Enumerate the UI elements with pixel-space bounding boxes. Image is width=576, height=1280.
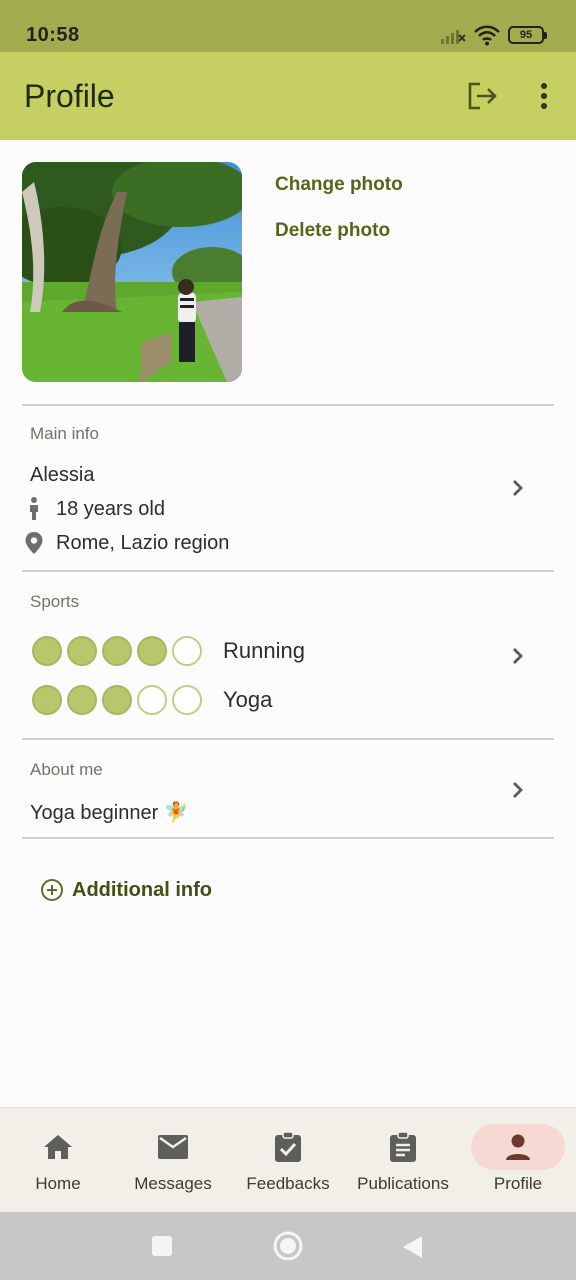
sport-name: Running [223, 638, 305, 663]
nav-item-publications[interactable]: Publications [345, 1124, 461, 1196]
square-icon [152, 1236, 172, 1256]
battery-icon: 95 [508, 26, 547, 44]
nav-label: Feedbacks [246, 1174, 330, 1193]
status-time: 10:58 [26, 24, 80, 46]
sport-name: Yoga [223, 687, 273, 712]
mail-icon [158, 1135, 188, 1159]
nav-label: Messages [134, 1174, 212, 1193]
nav-item-messages[interactable]: Messages [115, 1124, 231, 1196]
circle-home-icon [273, 1231, 303, 1261]
profile-photo[interactable] [22, 162, 242, 382]
skill-dot-filled [67, 685, 97, 715]
status-bar: 10:58 95 [0, 0, 576, 52]
skill-dot-empty [137, 685, 167, 715]
nav-item-profile[interactable]: Profile [460, 1124, 576, 1196]
status-icons: 95 [440, 22, 547, 48]
additional-info-button[interactable]: Additional info [40, 878, 212, 902]
location-text: Rome, Lazio region [56, 531, 230, 554]
home-icon [44, 1135, 72, 1159]
logout-icon [468, 82, 497, 110]
logout-button[interactable] [462, 76, 502, 116]
skill-dot-empty [172, 685, 202, 715]
about-me-chevron-icon[interactable] [504, 776, 532, 804]
more-vertical-icon [541, 83, 547, 109]
profile-photo-image [22, 162, 242, 382]
skill-dot-filled [137, 636, 167, 666]
page-title: Profile [24, 78, 115, 114]
sports-chevron-icon[interactable] [504, 642, 532, 670]
sport-row-yoga: Yoga [32, 685, 272, 715]
signal-icon [441, 30, 466, 44]
back-triangle-icon [403, 1236, 422, 1258]
more-options-button[interactable] [524, 76, 564, 116]
skill-level-dots [32, 636, 223, 666]
nav-label: Profile [493, 1174, 543, 1193]
nav-item-feedbacks[interactable]: Feedbacks [230, 1124, 346, 1196]
main-info-label: Main info [30, 424, 99, 443]
recent-apps-button[interactable] [150, 1234, 174, 1263]
location-row: Rome, Lazio region [24, 531, 229, 555]
about-me-label: About me [30, 760, 103, 779]
change-photo-button[interactable]: Change photo [275, 174, 403, 196]
skill-dot-filled [67, 636, 97, 666]
skill-dot-filled [32, 685, 62, 715]
battery-level: 95 [519, 29, 533, 41]
bottom-navigation: Home Messages Feedbacks Publications Pro… [0, 1107, 576, 1212]
main-info-chevron-icon[interactable] [504, 474, 532, 502]
about-me-text: Yoga beginner 🧚 [30, 802, 189, 824]
skill-dot-empty [172, 636, 202, 666]
sport-row-running: Running [32, 636, 305, 666]
person-standing-icon [30, 497, 38, 520]
home-button[interactable] [272, 1230, 304, 1267]
nav-item-home[interactable]: Home [0, 1124, 116, 1196]
skill-dot-filled [32, 636, 62, 666]
nav-label: Publications [357, 1174, 449, 1193]
age-text: 18 years old [56, 497, 165, 520]
divider [22, 837, 554, 839]
location-pin-icon [25, 532, 43, 554]
additional-info-label: Additional info [72, 878, 212, 901]
add-circle-icon [41, 879, 63, 901]
skill-level-dots [32, 685, 223, 715]
delete-photo-button[interactable]: Delete photo [275, 220, 390, 242]
back-button[interactable] [400, 1234, 424, 1265]
wifi-icon [474, 25, 500, 46]
age-row: 18 years old [24, 497, 165, 521]
profile-name: Alessia [30, 464, 95, 486]
clipboard-check-icon [275, 1131, 301, 1162]
person-icon [506, 1134, 530, 1160]
document-icon [390, 1131, 416, 1162]
system-navigation-bar [0, 1212, 576, 1280]
skill-dot-filled [102, 636, 132, 666]
skill-dot-filled [102, 685, 132, 715]
sports-label: Sports [30, 592, 80, 611]
nav-label: Home [35, 1174, 81, 1193]
